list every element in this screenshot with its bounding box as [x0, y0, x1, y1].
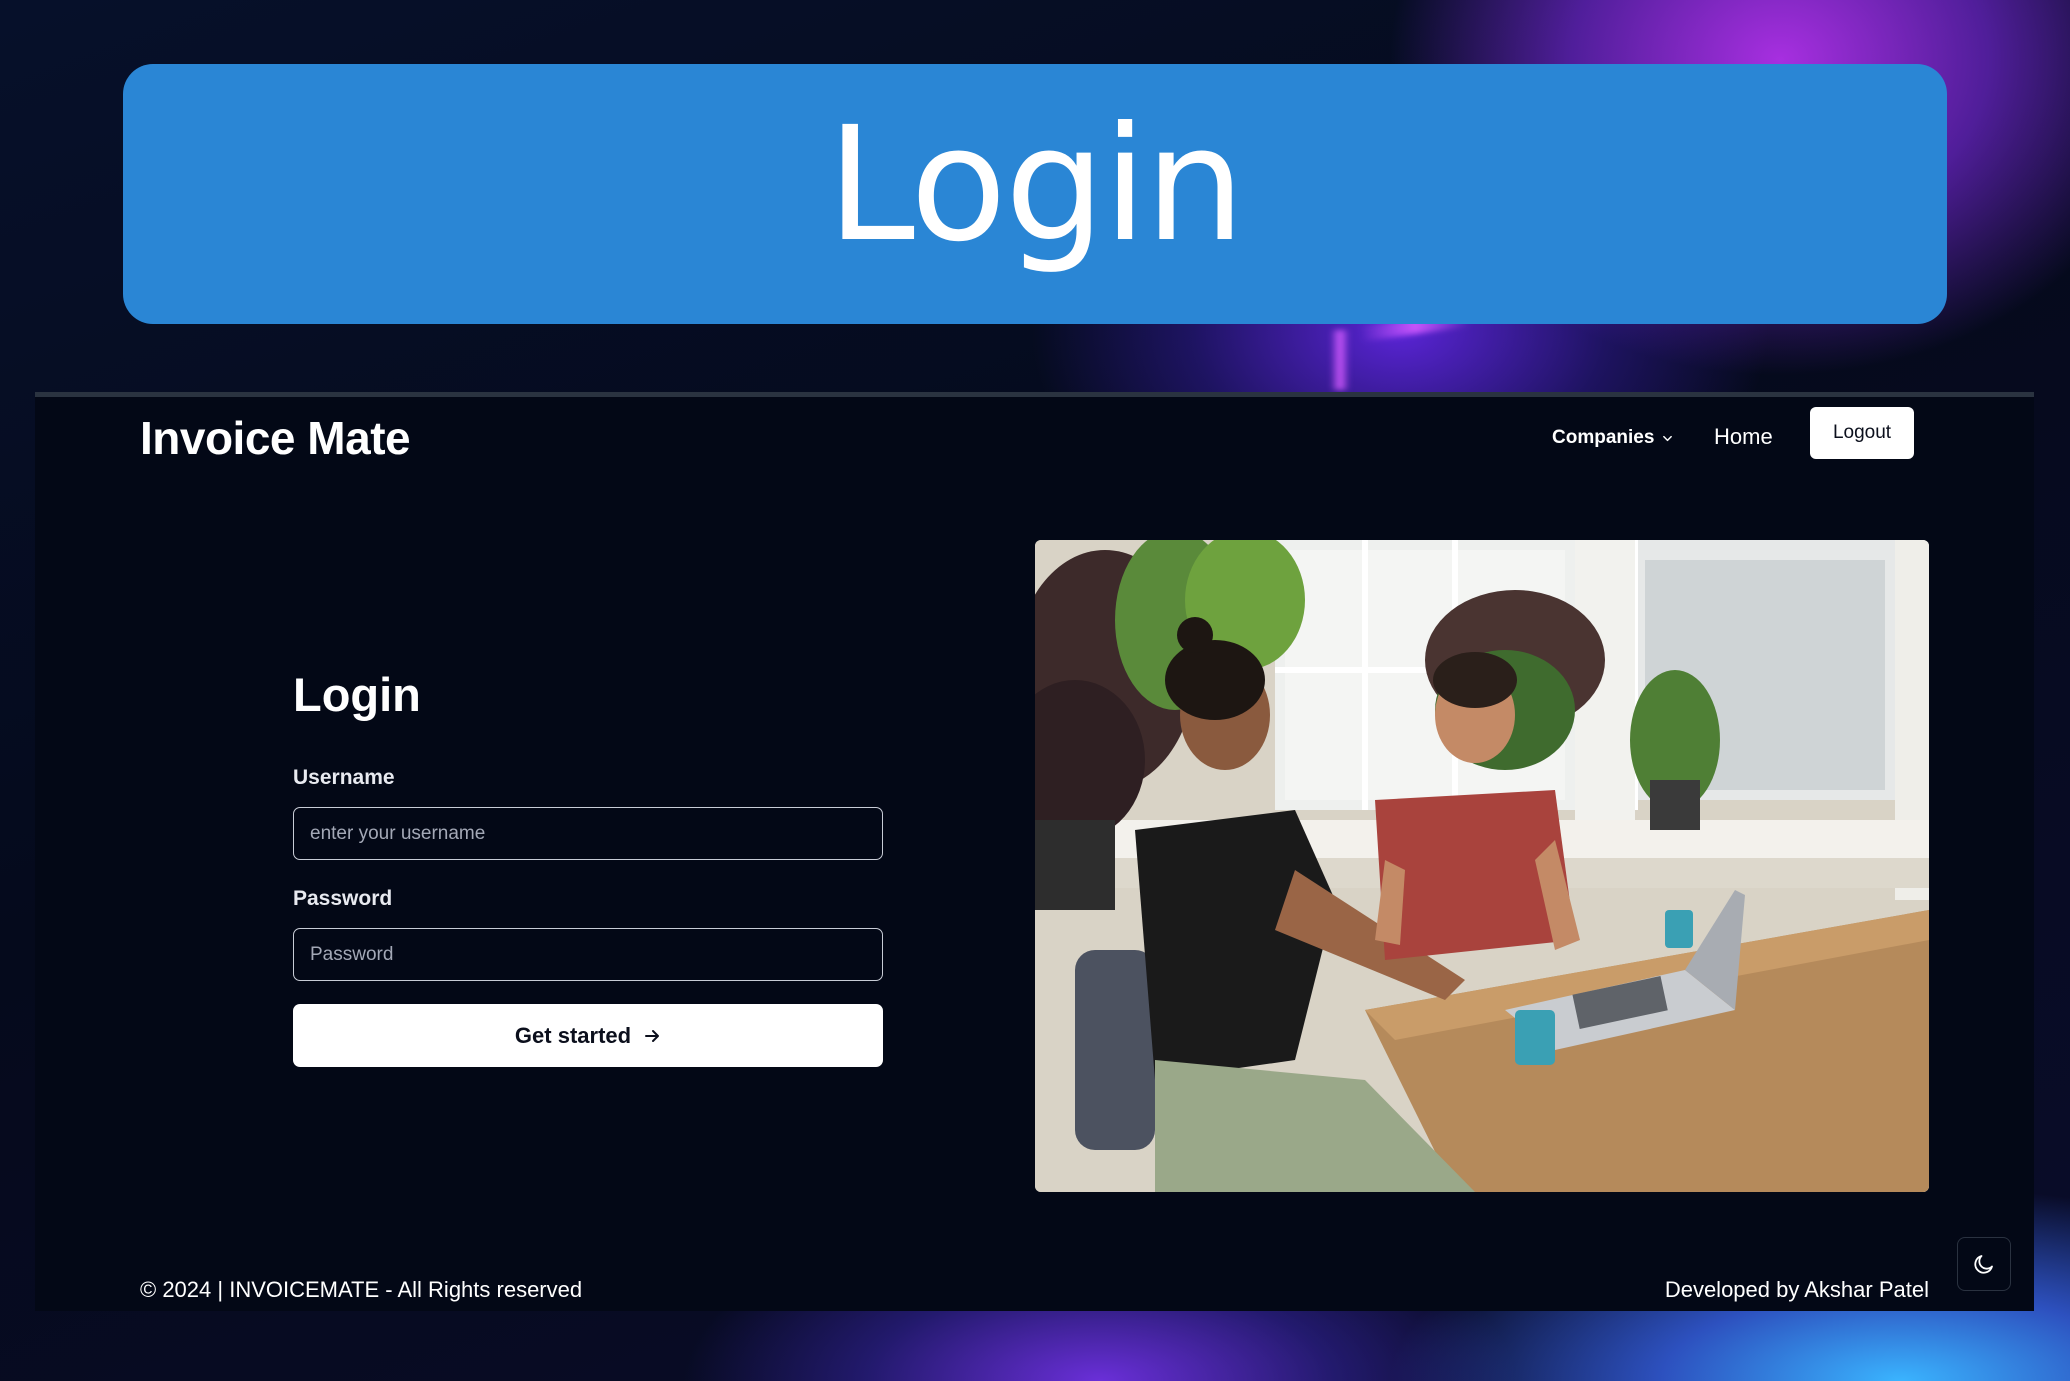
password-label: Password	[293, 887, 393, 910]
theme-toggle-button[interactable]	[1957, 1237, 2011, 1291]
username-label: Username	[293, 766, 395, 789]
logout-button[interactable]: Logout	[1810, 407, 1914, 459]
moon-icon	[1974, 1255, 1993, 1274]
navbar: Invoice Mate Companies Home Logout	[35, 397, 2034, 477]
footer-copyright: © 2024 | INVOICEMATE - All Rights reserv…	[140, 1277, 583, 1302]
hero-image	[1035, 540, 1929, 1192]
brand-logo[interactable]: Invoice Mate	[140, 411, 411, 465]
get-started-label: Get started	[514, 1022, 632, 1048]
password-input[interactable]	[293, 928, 883, 981]
chevron-down-icon	[1663, 435, 1673, 441]
get-started-button[interactable]: Get started	[293, 1004, 883, 1067]
home-link[interactable]: Home	[1714, 424, 1773, 450]
login-heading: Login	[293, 668, 421, 721]
app-window: Invoice Mate Companies Home Logout Login…	[35, 392, 2034, 1311]
username-input[interactable]	[293, 807, 883, 860]
footer-credit: Developed by Akshar Patel	[1664, 1277, 1929, 1302]
arrow-right-icon	[645, 1029, 660, 1042]
background-streak	[1330, 330, 1350, 390]
login-banner: Login	[123, 64, 1947, 324]
banner-title: Login	[826, 93, 1245, 277]
companies-label: Companies	[1552, 427, 1655, 448]
companies-dropdown[interactable]: Companies	[1552, 427, 1673, 449]
